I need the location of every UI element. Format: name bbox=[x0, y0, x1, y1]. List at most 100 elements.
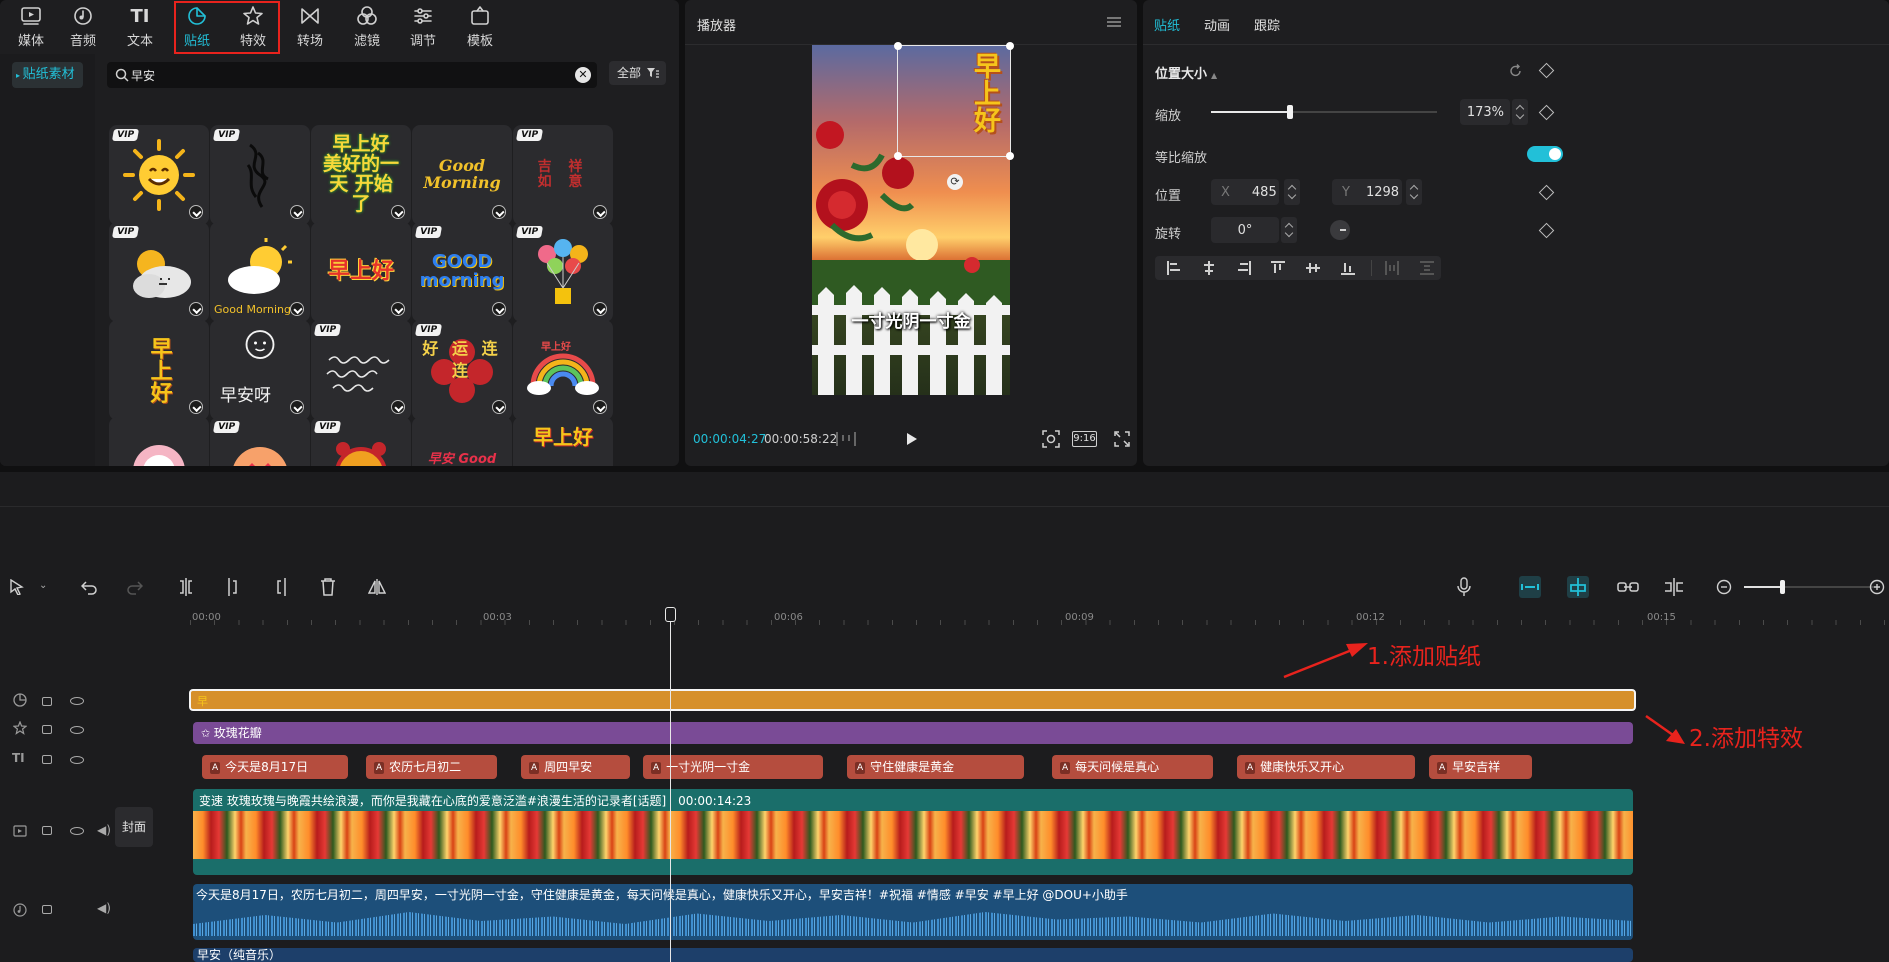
section-title[interactable]: 位置大小 ▲ bbox=[1155, 63, 1217, 82]
download-icon[interactable] bbox=[290, 302, 304, 316]
align-left-icon[interactable] bbox=[1167, 261, 1181, 275]
sticker-item[interactable]: 早上好 美好的一天 开始了 bbox=[311, 125, 411, 225]
eye-icon[interactable] bbox=[70, 756, 84, 764]
download-icon[interactable] bbox=[593, 205, 607, 219]
sticker-item[interactable]: Good Morning bbox=[210, 222, 310, 322]
eye-icon[interactable] bbox=[70, 726, 84, 734]
rotate-dial[interactable] bbox=[1330, 220, 1350, 240]
download-icon[interactable] bbox=[492, 400, 506, 414]
auto-snap-icon[interactable] bbox=[1567, 576, 1589, 598]
zoom-slider-thumb[interactable] bbox=[1780, 580, 1785, 594]
eye-icon[interactable] bbox=[70, 697, 84, 705]
music-clip[interactable]: 早安（纯音乐） bbox=[193, 948, 1633, 962]
y-stepper[interactable] bbox=[1406, 179, 1422, 205]
sticker-item[interactable]: VIP bbox=[210, 417, 310, 466]
sticker-item[interactable]: Good Morning bbox=[412, 125, 512, 225]
zoom-in-icon[interactable] bbox=[1869, 579, 1885, 595]
eye-icon[interactable] bbox=[70, 827, 84, 835]
download-icon[interactable] bbox=[290, 205, 304, 219]
download-icon[interactable] bbox=[189, 205, 203, 219]
video-clip[interactable]: 变速 玫瑰玫瑰与晚霞共绘浪漫，而你是我藏在心底的爱意泛滥#浪漫生活的记录者[话题… bbox=[193, 789, 1633, 875]
align-center-v-icon[interactable] bbox=[1306, 261, 1320, 275]
lock-icon[interactable] bbox=[42, 755, 52, 764]
preview-axis-icon[interactable] bbox=[1663, 578, 1685, 596]
audio-clip[interactable]: 今天是8月17日，农历七月初二，周四早安，一寸光阴一寸金，守住健康是黄金，每天问… bbox=[193, 884, 1633, 940]
download-icon[interactable] bbox=[189, 302, 203, 316]
uniform-scale-toggle[interactable] bbox=[1527, 146, 1563, 162]
zoom-out-icon[interactable] bbox=[1716, 579, 1732, 595]
rotate-stepper[interactable] bbox=[1281, 217, 1297, 243]
tab-tracking[interactable]: 跟踪 bbox=[1254, 15, 1280, 34]
playhead[interactable] bbox=[665, 607, 676, 962]
distribute-h-icon[interactable] bbox=[1385, 261, 1399, 275]
resize-handle[interactable] bbox=[1006, 152, 1014, 160]
cursor-dropdown-icon[interactable]: ⌄ bbox=[39, 580, 47, 591]
sticker-item[interactable]: VIP bbox=[513, 222, 613, 322]
rotate-input[interactable]: 0° bbox=[1211, 217, 1279, 243]
download-icon[interactable] bbox=[593, 302, 607, 316]
split-left-icon[interactable] bbox=[225, 578, 241, 596]
microphone-icon[interactable] bbox=[1457, 577, 1471, 597]
download-icon[interactable] bbox=[290, 400, 304, 414]
align-bottom-icon[interactable] bbox=[1341, 261, 1355, 275]
sticker-item[interactable] bbox=[109, 417, 209, 466]
link-icon[interactable] bbox=[1617, 580, 1639, 594]
audio-mute-icon[interactable]: ◀) bbox=[97, 823, 111, 837]
resize-handle[interactable] bbox=[894, 152, 902, 160]
select-cursor-icon[interactable] bbox=[9, 579, 25, 595]
lock-icon[interactable] bbox=[42, 905, 52, 914]
main-track-magnet-icon[interactable] bbox=[1519, 576, 1541, 598]
split-icon[interactable] bbox=[178, 578, 194, 596]
sticker-item[interactable]: 早安呀 bbox=[210, 320, 310, 420]
screenshot-icon[interactable] bbox=[1042, 430, 1060, 448]
sticker-item[interactable]: VIP 吉 祥 如 意 bbox=[513, 125, 613, 225]
undo-icon[interactable] bbox=[81, 579, 97, 595]
sticker-item[interactable]: 早安 Good Time bbox=[412, 417, 512, 466]
download-icon[interactable] bbox=[492, 205, 506, 219]
align-center-h-icon[interactable] bbox=[1202, 261, 1216, 275]
sticker-item[interactable]: VIP bbox=[311, 417, 411, 466]
ratio-button[interactable]: 9:16 bbox=[1072, 431, 1097, 447]
text-clip[interactable]: A 守住健康是黄金 bbox=[847, 755, 1024, 779]
rotate-handle-icon[interactable]: ⟳ bbox=[947, 174, 963, 190]
sticker-item[interactable]: VIP bbox=[109, 222, 209, 322]
x-stepper[interactable] bbox=[1284, 179, 1300, 205]
align-right-icon[interactable] bbox=[1237, 261, 1251, 275]
position-y-input[interactable]: Y 1298 bbox=[1332, 179, 1402, 205]
time-ruler[interactable] bbox=[190, 606, 1889, 626]
sticker-item[interactable]: 早上好 bbox=[109, 320, 209, 420]
delete-icon[interactable] bbox=[320, 578, 336, 596]
download-icon[interactable] bbox=[391, 400, 405, 414]
sticker-item[interactable]: VIP bbox=[210, 125, 310, 225]
download-icon[interactable] bbox=[391, 205, 405, 219]
lock-icon[interactable] bbox=[42, 697, 52, 706]
resize-handle[interactable] bbox=[894, 42, 902, 50]
scale-stepper[interactable] bbox=[1512, 99, 1528, 125]
play-icon[interactable] bbox=[904, 432, 918, 446]
cover-button[interactable]: 封面 bbox=[115, 807, 153, 847]
playhead-handle[interactable] bbox=[665, 607, 676, 622]
scale-input[interactable]: 173% bbox=[1460, 99, 1510, 125]
effect-clip[interactable]: ✩ 玫瑰花瓣 bbox=[193, 722, 1633, 744]
position-x-input[interactable]: X 485 bbox=[1211, 179, 1279, 205]
download-icon[interactable] bbox=[492, 302, 506, 316]
sticker-item[interactable]: 早上好 bbox=[311, 222, 411, 322]
timecode-icon[interactable] bbox=[836, 432, 856, 446]
lock-icon[interactable] bbox=[42, 725, 52, 734]
text-clip[interactable]: A 周四早安 bbox=[521, 755, 630, 779]
tab-sticker[interactable]: 贴纸 bbox=[1154, 15, 1180, 34]
mirror-icon[interactable] bbox=[368, 578, 386, 596]
resize-handle[interactable] bbox=[1006, 42, 1014, 50]
sticker-item[interactable]: VIP bbox=[109, 125, 209, 225]
audio-mute-icon[interactable]: ◀) bbox=[97, 901, 111, 915]
text-clip[interactable]: A 农历七月初二 bbox=[366, 755, 497, 779]
scale-slider[interactable] bbox=[1211, 105, 1437, 119]
menu-icon[interactable] bbox=[1107, 17, 1121, 27]
text-clip[interactable]: A 每天问候是真心 bbox=[1052, 755, 1213, 779]
redo-icon[interactable] bbox=[127, 579, 143, 595]
split-right-icon[interactable] bbox=[273, 578, 289, 596]
download-icon[interactable] bbox=[391, 302, 405, 316]
sticker-item[interactable]: VIP GOOD morning bbox=[412, 222, 512, 322]
tab-animation[interactable]: 动画 bbox=[1204, 15, 1230, 34]
align-top-icon[interactable] bbox=[1271, 261, 1285, 275]
